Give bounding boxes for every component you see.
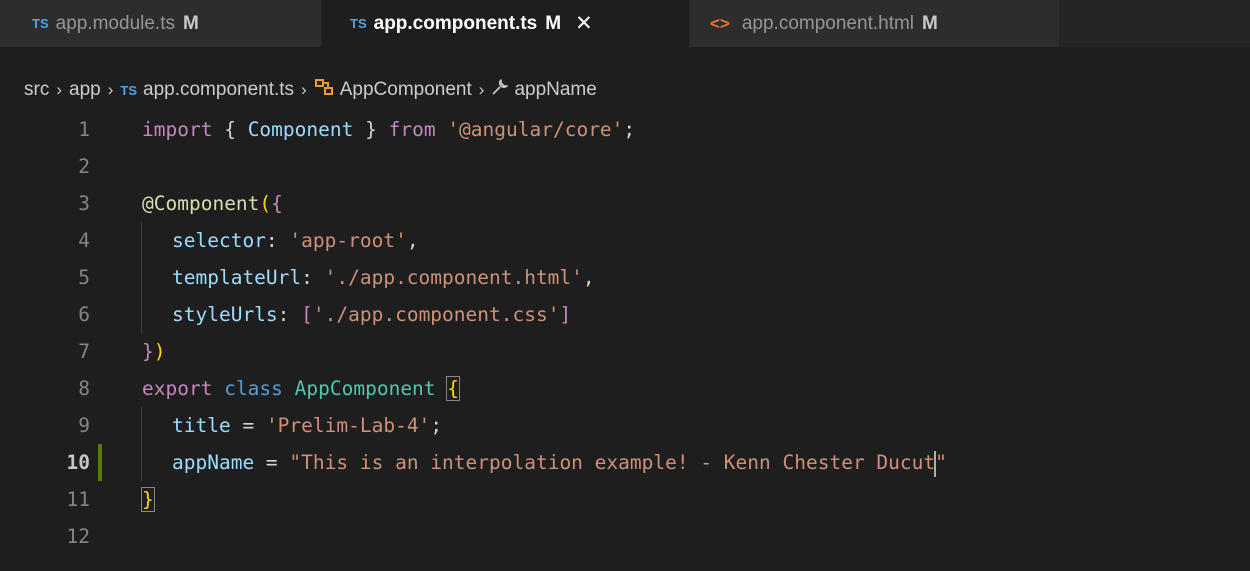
line-number: 12 xyxy=(66,525,90,548)
code-text: import { Component } from '@angular/core… xyxy=(142,118,636,141)
code-line: 3 @Component({ xyxy=(0,185,1250,222)
code-text: styleUrls: ['./app.component.css'] xyxy=(172,303,572,326)
line-number: 9 xyxy=(78,414,90,437)
tab-label: app.component.ts xyxy=(373,12,538,34)
tab-app-module-ts[interactable]: TS app.module.ts M xyxy=(0,0,322,47)
line-number: 1 xyxy=(78,118,90,141)
typescript-file-icon: TS xyxy=(32,16,49,31)
tab-app-component-html[interactable]: <> app.component.html M xyxy=(690,0,1060,47)
line-number: 11 xyxy=(66,488,90,511)
chevron-right-icon: › xyxy=(56,80,62,99)
code-text: selector: 'app-root', xyxy=(172,229,419,252)
typescript-file-icon: TS xyxy=(120,82,137,98)
breadcrumb-class[interactable]: AppComponent xyxy=(340,79,472,101)
tab-app-component-ts[interactable]: TS app.component.ts M ✕ xyxy=(322,0,690,47)
html-file-icon: <> xyxy=(710,13,730,33)
indent-guide xyxy=(141,222,142,259)
line-number: 2 xyxy=(78,155,90,178)
line-number: 6 xyxy=(78,303,90,326)
indent-guide xyxy=(141,259,142,296)
code-line: 9 title = 'Prelim-Lab-4'; xyxy=(0,407,1250,444)
line-number: 7 xyxy=(78,340,90,363)
code-text: title = 'Prelim-Lab-4'; xyxy=(172,414,443,437)
code-line: 11 } xyxy=(0,481,1250,518)
line-number: 3 xyxy=(78,192,90,215)
line-number: 5 xyxy=(78,266,90,289)
chevron-right-icon: › xyxy=(301,80,307,99)
close-icon[interactable]: ✕ xyxy=(575,11,593,36)
breadcrumb-folder-src[interactable]: src xyxy=(24,79,49,101)
code-line: 2 xyxy=(0,148,1250,185)
chevron-right-icon: › xyxy=(107,80,114,99)
code-line: 12 xyxy=(0,518,1250,555)
code-line: 5 templateUrl: './app.component.html', xyxy=(0,259,1250,296)
line-number: 10 xyxy=(66,451,90,474)
code-editor[interactable]: 1 import { Component } from '@angular/co… xyxy=(0,111,1250,571)
code-line: 1 import { Component } from '@angular/co… xyxy=(0,111,1250,148)
tab-label: app.module.ts xyxy=(55,12,175,34)
matching-brace: { xyxy=(446,376,461,401)
indent-guide xyxy=(141,407,142,444)
code-line: 4 selector: 'app-root', xyxy=(0,222,1250,259)
modified-indicator: M xyxy=(545,12,562,34)
typescript-file-icon: TS xyxy=(350,16,367,31)
editor-tab-bar: TS app.module.ts M TS app.component.ts M… xyxy=(0,0,1250,47)
modified-indicator: M xyxy=(922,12,938,34)
code-line-current: 10 appName = "This is an interpolation e… xyxy=(0,444,1250,481)
code-text: }) xyxy=(142,340,166,363)
code-text: @Component({ xyxy=(142,192,283,215)
code-line: 6 styleUrls: ['./app.component.css'] xyxy=(0,296,1250,333)
indent-guide xyxy=(141,444,142,481)
code-text: } xyxy=(141,481,155,518)
code-line: 7 }) xyxy=(0,333,1250,370)
class-icon xyxy=(314,78,334,102)
modified-line-indicator xyxy=(98,444,102,481)
breadcrumb-file[interactable]: app.component.ts xyxy=(143,79,294,101)
breadcrumb-property[interactable]: appName xyxy=(514,79,596,101)
code-text: templateUrl: './app.component.html', xyxy=(172,266,595,289)
code-line: 8 export class AppComponent { xyxy=(0,370,1250,407)
indent-guide xyxy=(141,296,142,333)
code-text: appName = "This is an interpolation exam… xyxy=(172,444,947,481)
code-text: export class AppComponent { xyxy=(142,376,461,401)
breadcrumb: src › app › TS app.component.ts › AppCom… xyxy=(0,75,1250,105)
modified-indicator: M xyxy=(182,12,199,34)
line-number: 4 xyxy=(78,229,90,252)
wrench-icon xyxy=(491,78,509,102)
matching-brace: } xyxy=(141,487,155,512)
tab-label: app.component.html xyxy=(741,12,915,34)
line-number: 8 xyxy=(78,377,90,400)
chevron-right-icon: › xyxy=(478,80,485,99)
breadcrumb-folder-app[interactable]: app xyxy=(69,79,101,101)
